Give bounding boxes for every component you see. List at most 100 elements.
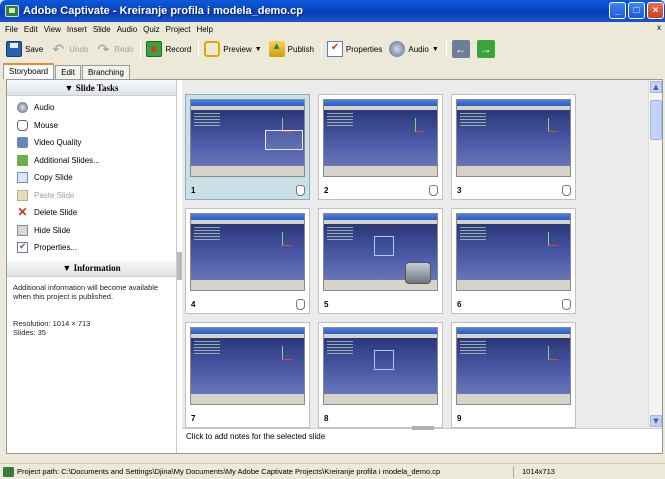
menu-project[interactable]: Project <box>163 25 194 34</box>
task-label: Mouse <box>34 120 59 130</box>
task-delete-slide[interactable]: ✕ Delete Slide <box>7 204 176 222</box>
menu-help[interactable]: Help <box>194 25 216 34</box>
scroll-down-icon[interactable]: ▼ <box>650 415 662 427</box>
task-label: Copy Slide <box>34 173 73 183</box>
slide-card[interactable]: 6 <box>451 208 576 314</box>
slide-thumbnail <box>323 99 438 177</box>
slide-notes-field[interactable]: Click to add notes for the selected slid… <box>182 426 662 453</box>
save-label: Save <box>25 44 44 54</box>
preview-button[interactable]: Preview ▼ <box>204 41 262 57</box>
task-copy-slide[interactable]: Copy Slide <box>7 169 176 187</box>
undo-icon: ↶ <box>52 41 65 57</box>
copy-icon <box>17 172 28 184</box>
task-mouse[interactable]: Mouse <box>7 117 176 135</box>
slide-card[interactable]: 9 <box>451 322 576 428</box>
task-paste-slide[interactable]: Paste Slide <box>7 187 176 205</box>
publish-icon <box>268 41 285 57</box>
slide-thumbnail <box>190 99 305 177</box>
toolbar-separator <box>140 40 142 58</box>
view-tabs: Storyboard Edit Branching <box>0 62 665 79</box>
slide-tasks-title: Slide Tasks <box>75 82 119 93</box>
slide-card[interactable]: 1 <box>185 94 310 200</box>
mouse-icon <box>296 299 305 310</box>
slide-number: 5 <box>324 300 329 309</box>
menu-slide[interactable]: Slide <box>90 25 114 34</box>
mouse-icon <box>429 185 438 196</box>
properties-button[interactable]: Properties <box>326 41 383 57</box>
tab-storyboard[interactable]: Storyboard <box>3 63 55 79</box>
properties-icon <box>17 241 28 254</box>
slide-thumbnail <box>456 99 571 177</box>
notes-resize-handle[interactable] <box>412 426 434 430</box>
tab-branching[interactable]: Branching <box>81 65 130 79</box>
menu-file[interactable]: File <box>2 25 21 34</box>
slide-number: 6 <box>457 300 462 309</box>
window-controls: _ □ × <box>609 2 664 19</box>
task-label: Delete Slide <box>34 208 78 218</box>
record-icon <box>146 41 163 57</box>
information-header[interactable]: ▼ Information <box>7 260 176 277</box>
mouse-icon <box>562 299 571 310</box>
close-button[interactable]: × <box>647 2 664 19</box>
vertical-scrollbar[interactable]: ▲ ▼ <box>648 80 662 428</box>
minimize-button[interactable]: _ <box>609 2 626 19</box>
slide-card[interactable]: 8 <box>318 322 443 428</box>
audio-button[interactable]: Audio ▼ <box>389 41 439 57</box>
slide-tasks-header[interactable]: ▼ Slide Tasks <box>7 80 176 96</box>
slide-number: 9 <box>457 414 462 423</box>
slide-number: 7 <box>191 414 196 423</box>
scroll-thumb[interactable] <box>650 100 662 140</box>
status-resolution: 1014x713 <box>522 467 555 476</box>
forward-button[interactable]: → <box>476 40 495 58</box>
slide-thumbnail <box>456 213 571 291</box>
slide-card[interactable]: 7 <box>185 322 310 428</box>
information-resolution: Resolution: 1014 × 713 <box>13 318 91 328</box>
audio-dropdown-icon[interactable]: ▼ <box>432 46 439 53</box>
undo-button[interactable]: ↶ Undo <box>50 41 88 57</box>
toolbar-separator <box>320 40 322 58</box>
back-button[interactable]: ← <box>451 40 470 58</box>
record-label: Record <box>165 44 192 54</box>
publish-button[interactable]: Publish <box>268 41 314 57</box>
task-audio[interactable]: Audio <box>7 99 176 117</box>
menu-audio[interactable]: Audio <box>114 25 140 34</box>
slide-card[interactable]: 5 <box>318 208 443 314</box>
task-hide-slide[interactable]: Hide Slide <box>7 222 176 240</box>
window-title: Adobe Captivate - Kreiranje profila i mo… <box>23 5 303 17</box>
task-video-quality[interactable]: Video Quality <box>7 134 176 152</box>
menu-edit[interactable]: Edit <box>21 25 41 34</box>
storyboard-main: ▼ Slide Tasks Audio Mouse Video Quality … <box>6 79 663 454</box>
audio-icon <box>17 102 28 114</box>
record-button[interactable]: Record <box>146 41 191 57</box>
undo-label: Undo <box>69 44 89 54</box>
task-additional-slides[interactable]: Additional Slides... <box>7 152 176 170</box>
slide-card[interactable]: 2 <box>318 94 443 200</box>
project-path: Project path: C:\Documents and Settings\… <box>17 467 441 476</box>
menu-close-icon[interactable]: x <box>657 23 661 32</box>
slide-card[interactable]: 3 <box>451 94 576 200</box>
redo-button[interactable]: ↷ Redo <box>95 41 133 57</box>
menu-view[interactable]: View <box>41 25 64 34</box>
tab-edit[interactable]: Edit <box>55 65 81 79</box>
slide-number: 2 <box>324 186 329 195</box>
toolbar: Save ↶ Undo ↷ Redo Record Preview ▼ Publ… <box>0 36 665 62</box>
maximize-button[interactable]: □ <box>628 2 645 19</box>
save-button[interactable]: Save <box>6 41 43 57</box>
title-bar: Adobe Captivate - Kreiranje profila i mo… <box>0 0 665 22</box>
slide-thumbnail <box>323 213 438 291</box>
redo-label: Redo <box>114 44 134 54</box>
slide-number: 4 <box>191 300 196 309</box>
slide-number: 8 <box>324 414 329 423</box>
properties-label: Properties <box>345 44 383 54</box>
scroll-up-icon[interactable]: ▲ <box>650 81 662 93</box>
menu-insert[interactable]: Insert <box>64 25 90 34</box>
menu-quiz[interactable]: Quiz <box>140 25 162 34</box>
task-label: Paste Slide <box>34 190 75 200</box>
task-panel: ▼ Slide Tasks Audio Mouse Video Quality … <box>7 80 177 453</box>
task-properties[interactable]: Properties... <box>7 239 176 257</box>
video-camera-icon <box>405 262 431 284</box>
preview-dropdown-icon[interactable]: ▼ <box>255 46 262 53</box>
preview-icon <box>204 41 221 57</box>
video-quality-icon <box>17 137 28 149</box>
slide-card[interactable]: 4 <box>185 208 310 314</box>
